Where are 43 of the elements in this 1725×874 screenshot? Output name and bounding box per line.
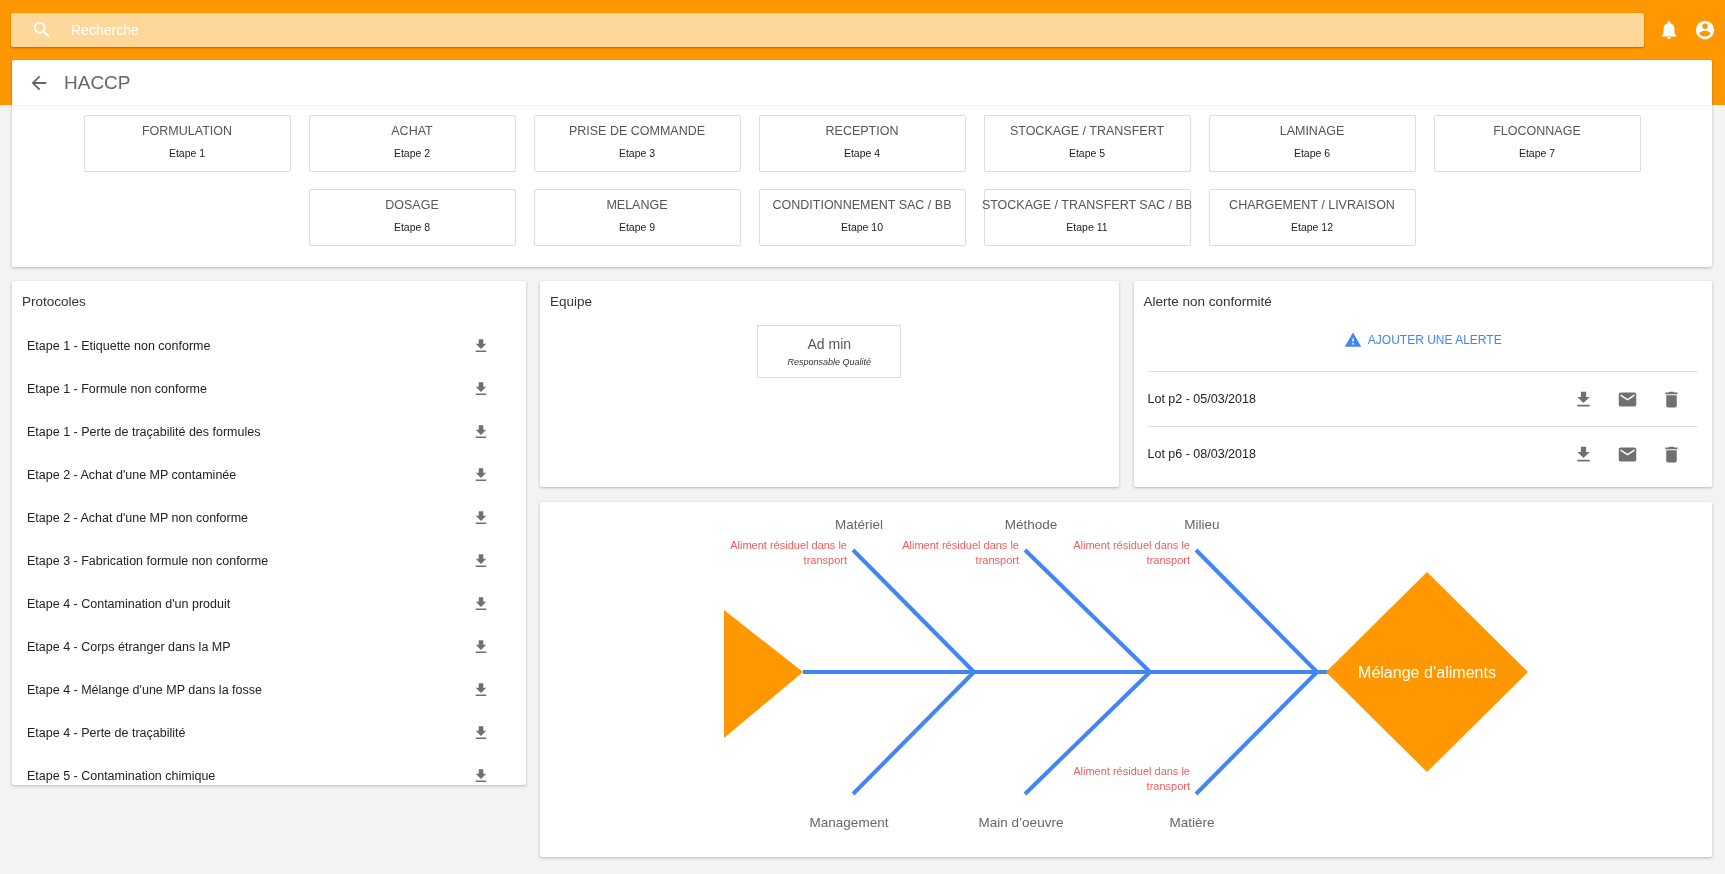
step-card[interactable]: DOSAGE Etape 8 [308,189,516,246]
protocol-name: Etape 4 - Corps étranger dans la MP [27,639,231,654]
alert-name: Lot p6 - 08/03/2018 [1147,447,1257,461]
protocol-name: Etape 1 - Etiquette non conforme [27,338,211,353]
protocol-name: Etape 5 - Contamination chimique [27,768,216,783]
search-field[interactable]: Recherche [11,13,1644,47]
protocol-name: Etape 4 - Mélange d'une MP dans la fosse [27,682,262,697]
step-card[interactable]: MELANGE Etape 9 [533,189,741,246]
step-card[interactable]: PRISE DE COMMANDE Etape 3 [533,115,741,172]
search-icon [31,19,53,41]
category-label: Main d’oeuvre [978,815,1064,830]
card-title: Alerte non conformité [1142,293,1272,309]
category-label: Matière [1169,815,1215,830]
protocol-name: Etape 1 - Formule non conforme [27,381,207,396]
protocol-name: Etape 4 - Contamination d'un produit [27,596,231,611]
category-label: Management [809,815,889,830]
card-title: Protocoles [21,293,86,309]
step-card[interactable]: CONDITIONNEMENT SAC / BB Etape 10 [758,189,966,246]
category-label: Méthode [1004,517,1058,532]
card-title: Equipe [549,293,593,309]
warning-icon [1343,331,1362,349]
effect-label: Mélange d’aliments [1358,664,1496,681]
protocol-name: Etape 1 - Perte de traçabilité des formules [27,424,261,439]
protocol-name: Etape 4 - Perte de traçabilité [27,725,186,740]
protocol-name: Etape 2 - Achat d'une MP contaminée [27,467,237,482]
add-alert-button[interactable]: AJOUTER UNE ALERTE [1339,329,1506,351]
category-label: Milieu [1184,517,1220,532]
page-title: HACCP [64,71,131,94]
step-card[interactable]: STOCKAGE / TRANSFERT SAC / BB Etape 11 [983,189,1191,246]
step-card[interactable]: ACHAT Etape 2 [308,115,516,172]
category-label: Matériel [835,517,883,532]
member-name: Ad min [807,336,852,352]
step-card[interactable]: FLOCONNAGE Etape 7 [1433,115,1641,172]
step-card[interactable]: STOCKAGE / TRANSFERT Etape 5 [983,115,1191,172]
step-card[interactable]: CHARGEMENT / LIVRAISON Etape 12 [1208,189,1416,246]
member-role: Responsable Qualité [787,357,872,367]
step-card[interactable]: FORMULATION Etape 1 [83,115,291,172]
step-card[interactable]: LAMINAGE Etape 6 [1208,115,1416,172]
alert-name: Lot p2 - 05/03/2018 [1147,392,1257,406]
step-card[interactable]: RECEPTION Etape 4 [758,115,966,172]
protocol-name: Etape 2 - Achat d'une MP non conforme [27,510,249,525]
cause-label: Aliment résiduel dans le transport [729,538,847,568]
protocol-name: Etape 3 - Fabrication formule non conforme [27,553,269,568]
